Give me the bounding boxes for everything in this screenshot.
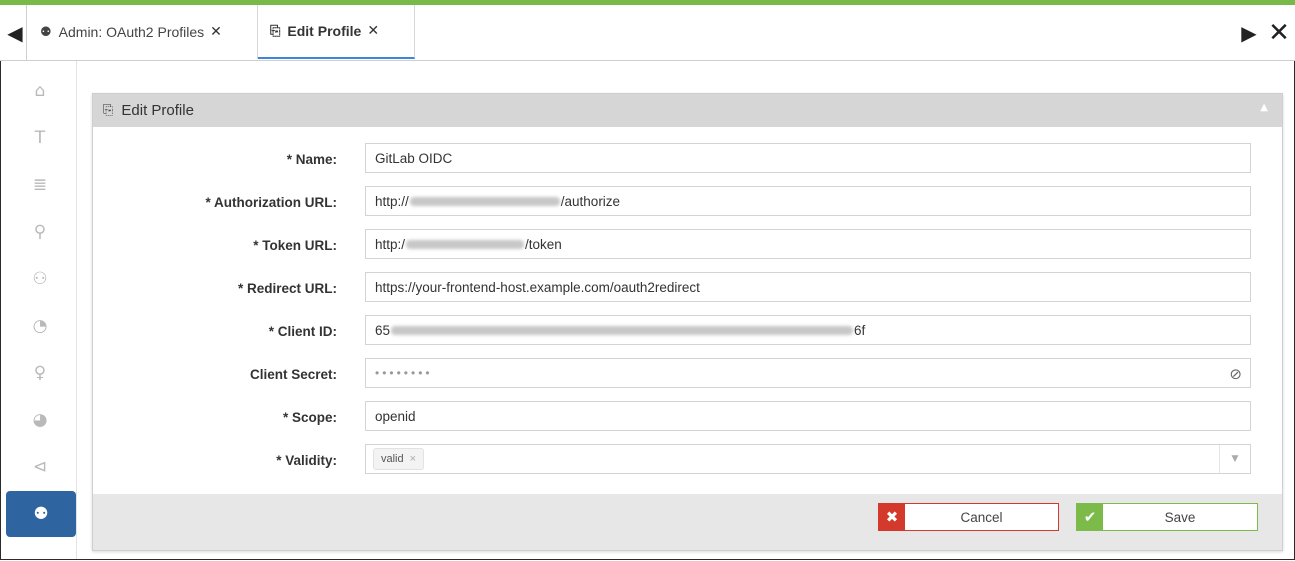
close-tab-icon[interactable]: ✕ [367, 23, 379, 39]
admin-users-icon: ⚉ [40, 24, 52, 40]
scroll-tabs-left-icon[interactable]: ◀ [4, 5, 27, 60]
text-icon[interactable]: T [4, 116, 76, 160]
collapse-panel-icon[interactable]: ▲ [1260, 102, 1268, 113]
redirect-url-row: * Redirect URL: https://your-frontend-ho… [93, 271, 1282, 305]
people-icon[interactable]: ⚇ [4, 257, 76, 301]
redirect-url-field[interactable]: https://your-frontend-host.example.com/o… [365, 272, 1251, 302]
redirect-url-label: * Redirect URL: [237, 280, 337, 296]
client-id-prefix: 65 [375, 322, 391, 338]
client-id-label: * Client ID: [268, 323, 337, 339]
checkmark-icon: ✔ [1077, 504, 1103, 530]
redacted-text [391, 325, 854, 335]
cancel-label: Cancel [960, 509, 1003, 525]
client-secret-field[interactable]: •••••••• ⊘ [365, 358, 1251, 388]
authorization-url-suffix: /authorize [560, 193, 621, 209]
remove-chip-icon[interactable]: × [410, 453, 416, 465]
pie-chart-icon[interactable]: ◕ [4, 398, 76, 442]
tab-label: Admin: OAuth2 Profiles [58, 24, 205, 40]
redacted-text [409, 196, 560, 206]
panel-title: Edit Profile [121, 102, 194, 119]
tab-admin-oauth2-profiles[interactable]: ⚉ Admin: OAuth2 Profiles ✕ [28, 5, 258, 59]
edit-profile-panel: ⎘ Edit Profile ▲ * Name: GitLab OIDC * A… [92, 93, 1283, 551]
tab-label: Edit Profile [287, 23, 362, 39]
validity-label: * Validity: [276, 452, 337, 468]
close-all-tabs-icon[interactable]: ✕ [1264, 5, 1294, 60]
authorization-url-field[interactable]: http:// /authorize [365, 186, 1251, 216]
tab-edit-profile[interactable]: ⎘ Edit Profile ✕ [258, 5, 415, 59]
validity-chip: valid × [373, 448, 425, 470]
panel-header: ⎘ Edit Profile ▲ [93, 94, 1282, 127]
admin-users-icon[interactable]: ⚉ [6, 491, 76, 537]
scope-row: * Scope: openid [93, 400, 1282, 434]
name-label: * Name: [286, 151, 337, 167]
authorization-url-label: * Authorization URL: [205, 194, 337, 210]
database-icon[interactable]: ≣ [4, 163, 76, 207]
location-pin-icon[interactable]: ⚲ [4, 210, 76, 254]
authorization-url-prefix: http:// [375, 193, 409, 209]
tab-strip: ◀ ⚉ Admin: OAuth2 Profiles ✕ ⎘ Edit Prof… [0, 5, 1295, 61]
toggle-visibility-icon[interactable]: ⊘ [1229, 365, 1242, 383]
validity-chip-label: valid [381, 453, 404, 465]
chevron-down-icon[interactable]: ▼ [1219, 445, 1250, 473]
edit-profile-icon: ⎘ [270, 23, 281, 39]
authorization-url-row: * Authorization URL: http:// /authorize [93, 185, 1282, 219]
name-field[interactable]: GitLab OIDC [365, 143, 1251, 173]
token-url-label: * Token URL: [253, 237, 337, 253]
redirect-url-value: https://your-frontend-host.example.com/o… [375, 279, 700, 295]
validity-row: * Validity: valid × ▼ [93, 443, 1282, 477]
scope-label: * Scope: [282, 409, 337, 425]
client-secret-row: Client Secret: •••••••• ⊘ [93, 357, 1282, 391]
token-url-row: * Token URL: http:/ /token [93, 228, 1282, 262]
client-id-suffix: 6f [854, 322, 866, 338]
token-url-suffix: /token [525, 236, 562, 252]
validity-select[interactable]: valid × ▼ [365, 444, 1251, 474]
scope-field[interactable]: openid [365, 401, 1251, 431]
gauge-icon[interactable]: ◔ [4, 304, 76, 348]
home-icon[interactable]: ⌂ [4, 69, 76, 113]
client-id-field[interactable]: 65 6f [365, 315, 1251, 345]
panel-footer: ✖ Cancel ✔ Save [93, 494, 1282, 550]
token-url-field[interactable]: http:/ /token [365, 229, 1251, 259]
token-url-prefix: http:/ [375, 236, 406, 252]
cancel-button[interactable]: ✖ Cancel [878, 503, 1059, 531]
client-secret-label: Client Secret: [249, 366, 337, 382]
client-id-row: * Client ID: 65 6f [93, 314, 1282, 348]
megaphone-icon[interactable]: ⊲ [4, 445, 76, 489]
edit-profile-icon: ⎘ [103, 103, 114, 118]
save-label: Save [1164, 509, 1196, 525]
client-secret-value: •••••••• [375, 366, 433, 380]
redacted-text [406, 239, 525, 249]
scroll-tabs-right-icon[interactable]: ▶ [1237, 5, 1261, 60]
close-tab-icon[interactable]: ✕ [210, 24, 222, 40]
name-value: GitLab OIDC [375, 150, 453, 166]
name-row: * Name: GitLab OIDC [93, 142, 1282, 176]
sidebar: ⌂ T ≣ ⚲ ⚇ ◔ ♀ ◕ ⊲ ⚉ [4, 61, 77, 559]
lightbulb-icon[interactable]: ♀ [4, 351, 76, 395]
save-button[interactable]: ✔ Save [1076, 503, 1258, 531]
scope-value: openid [375, 408, 416, 424]
cancel-icon: ✖ [879, 504, 905, 530]
